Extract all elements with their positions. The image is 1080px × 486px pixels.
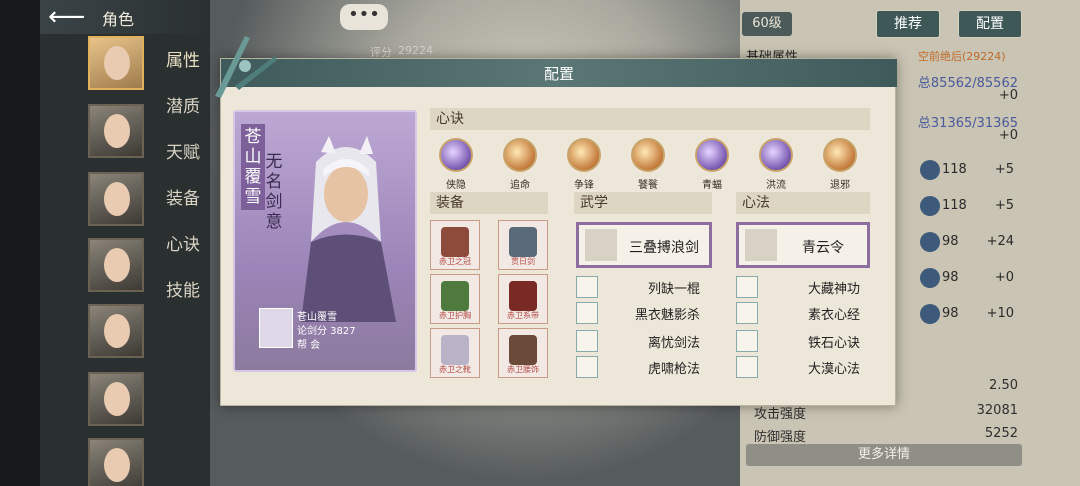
defense-value: 5252	[984, 426, 1018, 441]
xinfa-main-slot[interactable]: 青云令	[736, 222, 870, 268]
portrait	[104, 314, 130, 348]
modal-header: 配置	[221, 59, 897, 87]
page-title: 角色	[102, 10, 135, 29]
martial-art-icon	[576, 302, 598, 324]
modal-title: 配置	[543, 65, 574, 83]
character-slot[interactable]	[88, 438, 144, 486]
skill-icon	[439, 138, 473, 172]
portrait	[104, 114, 130, 148]
ratio-value: 2.50	[989, 378, 1018, 393]
portrait	[104, 46, 130, 80]
skill-slot[interactable]: 侠隐	[436, 138, 476, 191]
nav-skills[interactable]: 技能	[166, 276, 200, 301]
back-arrow-icon[interactable]: ⟵	[48, 4, 88, 30]
skill-icon	[759, 138, 793, 172]
score-value: 29224	[398, 44, 433, 57]
nav-attributes[interactable]: 属性	[166, 46, 200, 71]
player-guild: 帮 会	[297, 340, 321, 351]
nav-equipment[interactable]: 装备	[166, 184, 200, 209]
nav-talent[interactable]: 天赋	[166, 138, 200, 163]
character-slot[interactable]	[88, 104, 144, 158]
martial-art-icon	[576, 276, 598, 298]
character-slot[interactable]	[88, 36, 144, 90]
nav-potential[interactable]: 潜质	[166, 92, 200, 117]
martial-art-icon	[576, 356, 598, 378]
equipment-slot[interactable]: 赤卫腰饰	[498, 328, 548, 378]
bamboo-ornament-icon	[205, 26, 285, 106]
player-avatar	[259, 308, 293, 348]
stat-gem-icon	[920, 232, 940, 252]
character-slot[interactable]	[88, 304, 144, 358]
chest-armor-icon	[441, 281, 469, 311]
chat-bubble-button[interactable]: •••	[340, 4, 388, 30]
player-name: 苍山覆雪	[297, 312, 337, 323]
skill-slot[interactable]: 争锋	[564, 138, 604, 191]
portrait	[104, 182, 130, 216]
mind-art-icon	[736, 356, 758, 378]
wuxue-header: 武学	[574, 192, 712, 214]
martial-art-icon	[576, 330, 598, 352]
mind-art-icon	[736, 330, 758, 352]
level-badge: 60级	[742, 12, 792, 36]
stat-gem-icon	[920, 196, 940, 216]
rank-text: 空前绝后(29224)	[918, 50, 1006, 63]
character-slot[interactable]	[88, 238, 144, 292]
equipment-header: 装备	[430, 192, 548, 214]
skill-slot[interactable]: 追命	[500, 138, 540, 191]
equipment-slot[interactable]: 赤卫护胸	[430, 274, 480, 324]
equipment-slot[interactable]: 赤卫系带	[498, 274, 548, 324]
wuxue-main-slot[interactable]: 三叠搏浪剑	[576, 222, 712, 268]
defense-label: 防御强度	[754, 430, 807, 445]
mp-plus: +0	[998, 128, 1018, 143]
config-button[interactable]: 配置	[958, 10, 1022, 38]
sword-icon	[509, 227, 537, 257]
skill-slot[interactable]: 洪流	[756, 138, 796, 191]
character-slot[interactable]	[88, 172, 144, 226]
character-card: 苍山覆雪 无名剑意 苍山覆雪 论剑分 3827 帮 会	[233, 110, 417, 372]
skill-slot[interactable]: 饕餮	[628, 138, 668, 191]
hp-plus: +0	[998, 88, 1018, 103]
nav-mind-art[interactable]: 心诀	[166, 230, 200, 255]
helmet-icon	[441, 227, 469, 257]
stat-gem-icon	[920, 268, 940, 288]
skill-icon	[695, 138, 729, 172]
waist-ornament-icon	[509, 335, 537, 365]
skill-icon	[823, 138, 857, 172]
recommend-button[interactable]: 推荐	[876, 10, 940, 38]
mind-art-icon	[736, 276, 758, 298]
xinjue-header: 心诀	[430, 108, 870, 130]
mind-art-icon	[736, 302, 758, 324]
skill-icon	[567, 138, 601, 172]
skill-icon	[503, 138, 537, 172]
equipment-slot[interactable]: 赤卫之靴	[430, 328, 480, 378]
equipment-slot[interactable]: 贯日剑	[498, 220, 548, 270]
character-portrait	[301, 136, 396, 322]
attack-value: 32081	[976, 403, 1018, 418]
character-slot[interactable]	[88, 372, 144, 426]
skill-icon	[631, 138, 665, 172]
character-name: 苍山覆雪	[241, 124, 265, 210]
stat-gem-icon	[920, 304, 940, 324]
equipment-slot[interactable]: 赤卫之冠	[430, 220, 480, 270]
xinfa-header: 心法	[736, 192, 870, 214]
skill-slot[interactable]: 退邪	[820, 138, 860, 191]
portrait	[104, 382, 130, 416]
more-details-button[interactable]: 更多详情	[746, 444, 1022, 466]
portrait	[104, 448, 130, 482]
skill-slot[interactable]: 青蝠	[692, 138, 732, 191]
player-score: 论剑分 3827	[297, 326, 356, 337]
stat-gem-icon	[920, 160, 940, 180]
portrait	[104, 248, 130, 282]
belt-icon	[509, 281, 537, 311]
boots-icon	[441, 335, 469, 365]
